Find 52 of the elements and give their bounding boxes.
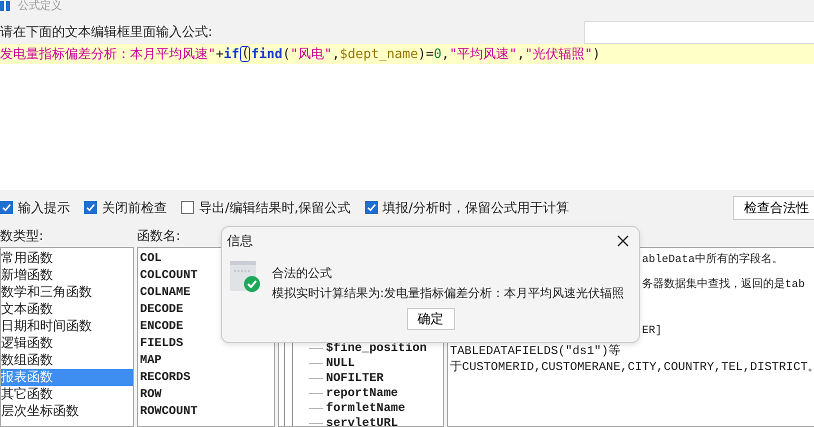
description-text: TABLEDATAFIELDS("ds1")等 <box>450 344 620 358</box>
description-text: 于CUSTOMERID,CUSTOMERANE,CITY,COUNTRY,TEL,DISTRICT。 <box>450 360 814 374</box>
description-text: ER] <box>642 325 662 337</box>
variable-item[interactable]: NULL <box>326 356 355 371</box>
category-heading: 数类型: <box>0 228 44 245</box>
function-item[interactable]: COLCOUNT <box>140 267 198 284</box>
function-item[interactable]: COLNAME <box>140 284 190 301</box>
option-label: 填报/分析时，保留公式用于计算 <box>382 200 569 216</box>
category-item[interactable]: 新增函数 <box>1 267 133 284</box>
toolbar-button[interactable]: 检查合法性 <box>733 196 814 220</box>
checkbox[interactable] <box>364 201 378 214</box>
variable-item[interactable]: NOFILTER <box>326 371 384 386</box>
dialog-heading: 合法的公式 <box>272 265 333 282</box>
category-item[interactable]: 层次坐标函数 <box>1 403 133 420</box>
variable-item[interactable]: reportName <box>326 386 398 401</box>
dialog-message: 模拟实时计算结果为:发电量指标偏差分析：本月平均风速光伏辐照 <box>272 285 624 302</box>
function-item[interactable]: MAP <box>140 352 162 369</box>
category-item[interactable]: 其它函数 <box>1 386 133 403</box>
function-item[interactable]: RECORDS <box>140 369 190 386</box>
option-label: 输入提示 <box>18 200 70 216</box>
ok-button[interactable]: 确定 <box>406 308 454 330</box>
app-logo-icon <box>0 1 12 11</box>
option-label: 关闭前检查 <box>102 200 167 216</box>
function-item[interactable]: FIELDS <box>140 335 184 352</box>
category-item[interactable]: 文本函数 <box>1 301 133 318</box>
variable-item[interactable]: formletName <box>326 401 406 416</box>
function-item[interactable]: DECODE <box>140 301 184 318</box>
variable-item[interactable]: $fine_position <box>326 341 427 356</box>
category-item[interactable]: 日期和时间函数 <box>1 318 133 335</box>
variable-item[interactable]: servletURL <box>326 416 398 427</box>
category-item[interactable]: 数学和三角函数 <box>1 284 133 301</box>
option-label: 导出/编辑结果时,保留公式 <box>199 200 351 216</box>
category-item[interactable]: 数组函数 <box>1 352 133 369</box>
description-text: 务器数据集中查找，返回的是tab <box>642 279 805 291</box>
close-icon[interactable] <box>617 235 629 247</box>
dialog-title: 信息 <box>227 233 253 250</box>
category-item[interactable]: 逻辑函数 <box>1 335 133 352</box>
function-heading: 函数名: <box>137 228 180 245</box>
function-item[interactable]: COL <box>140 250 162 267</box>
checkbox[interactable] <box>0 201 13 214</box>
function-item[interactable]: ROWCOUNT <box>140 403 198 420</box>
formula-editor[interactable]: 发电量指标偏差分析：本月平均风速"+if(find("风电",$dept_name)=0,"平均风速","光伏辐照") <box>0 44 814 190</box>
success-check-icon <box>230 261 262 293</box>
function-item[interactable]: ROW <box>140 386 162 403</box>
search-field[interactable] <box>584 21 814 44</box>
prompt-label: 请在下面的文本编辑框里面输入公式: <box>0 24 212 42</box>
function-item[interactable]: ENCODE <box>140 318 184 335</box>
category-item[interactable]: 常用函数 <box>1 250 133 267</box>
description-text: ableData中所有的字段名。 <box>642 254 783 266</box>
checkbox[interactable] <box>84 201 97 214</box>
checkbox[interactable] <box>181 201 194 214</box>
window-title: 公式定义 <box>18 0 62 12</box>
